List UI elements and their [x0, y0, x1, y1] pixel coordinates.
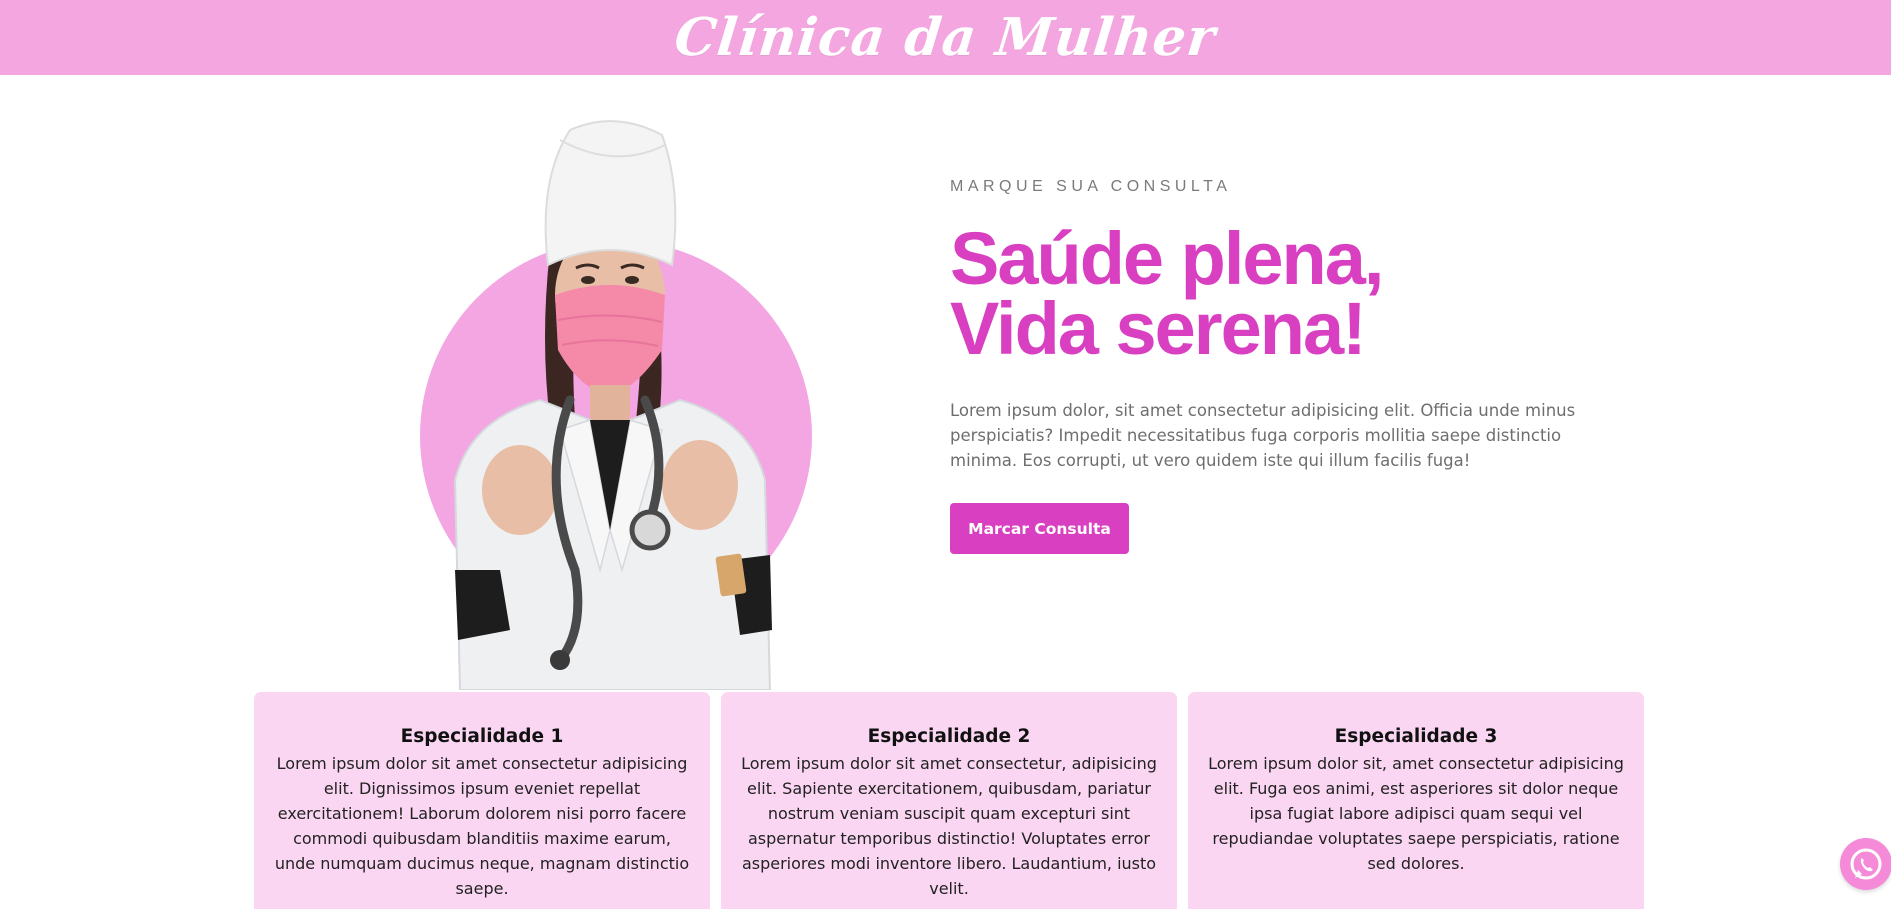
doctor-photo	[453, 120, 772, 690]
specialty-text: Lorem ipsum dolor sit, amet consectetur …	[1208, 754, 1624, 873]
hero-description: Lorem ipsum dolor, sit amet consectetur …	[950, 401, 1576, 470]
specialty-title: Especialidade 3	[1334, 726, 1498, 747]
specialty-text: Lorem ipsum dolor sit amet consectetur a…	[274, 754, 690, 898]
whatsapp-button[interactable]	[1840, 838, 1891, 890]
specialty-card-2: Especialidade 2 Lorem ipsum dolor sit am…	[721, 692, 1177, 909]
specialty-text: Lorem ipsum dolor sit amet consectetur, …	[741, 754, 1157, 898]
whatsapp-icon	[1850, 848, 1882, 880]
hero-headline: Saúde plena, Vida serena!	[950, 222, 1640, 366]
brand-logo[interactable]: Clínica da Mulher	[672, 7, 1219, 68]
book-appointment-button[interactable]: Marcar Consulta	[950, 503, 1129, 554]
headline-line-2: Vida serena!	[950, 287, 1367, 370]
hero-eyebrow: MARQUE SUA CONSULTA	[950, 178, 1232, 195]
specialty-title: Especialidade 1	[400, 726, 564, 747]
specialty-card-3: Especialidade 3 Lorem ipsum dolor sit, a…	[1188, 692, 1644, 909]
hero-visual	[400, 100, 840, 690]
specialty-title: Especialidade 2	[867, 726, 1031, 747]
hero-text: MARQUE SUA CONSULTA Saúde plena, Vida se…	[950, 178, 1640, 554]
specialty-card-1: Especialidade 1 Lorem ipsum dolor sit am…	[254, 692, 710, 909]
top-header: Clínica da Mulher	[0, 0, 1891, 75]
specialties-section: Especialidade 1 Lorem ipsum dolor sit am…	[254, 692, 1645, 909]
